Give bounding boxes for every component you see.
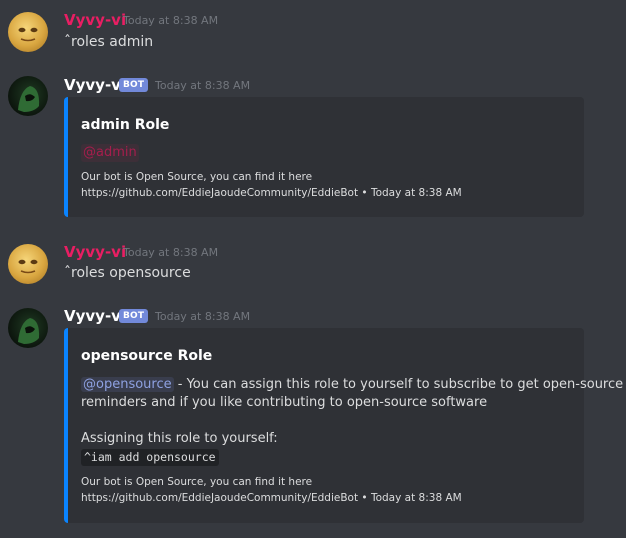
user-avatar-icon[interactable] (8, 244, 48, 284)
embed-description-line-2: reminders and if you like contributing t… (81, 395, 488, 410)
message-timestamp: Today at 8:38 AM (123, 246, 219, 259)
author-name[interactable]: Vyvy-vi (64, 243, 126, 261)
user-avatar-icon[interactable] (8, 12, 48, 52)
embed-description-text: - You can assign this role to yourself t… (173, 377, 624, 392)
role-mention[interactable]: @opensource (81, 377, 174, 392)
author-name[interactable]: Vyvy-vi (64, 11, 126, 29)
bot-avatar-icon[interactable] (8, 76, 48, 116)
role-embed: opensource Role @opensource - You can as… (64, 328, 623, 523)
message-timestamp: Today at 8:38 AM (123, 14, 219, 27)
embed-footer-line-1: Our bot is Open Source, you can find it … (81, 476, 313, 488)
message-bot-2: Vyvy-vi BOT Today at 8:38 AM opensource … (0, 300, 626, 530)
embed-footer-line-2: https://github.com/EddieJaoudeCommunity/… (81, 187, 462, 199)
chat-messages: Vyvy-vi Today at 8:38 AM ˆroles admin Vy… (0, 0, 626, 538)
embed-title: admin Role (81, 117, 170, 133)
role-embed: admin Role @admin Our bot is Open Source… (64, 97, 584, 217)
embed-title: opensource Role (81, 348, 213, 364)
message-bot-1: Vyvy-vi BOT Today at 8:38 AM admin Role … (0, 70, 626, 220)
bot-tag-badge: BOT (119, 78, 149, 92)
embed-footer-line-1: Our bot is Open Source, you can find it … (81, 171, 313, 183)
message-user-2: Vyvy-vi Today at 8:38 AM ˆroles opensour… (0, 232, 626, 292)
assign-label: Assigning this role to yourself: (81, 431, 278, 446)
author-name[interactable]: Vyvy-vi (64, 307, 126, 325)
message-content: ˆroles admin (64, 34, 154, 50)
author-name[interactable]: Vyvy-vi (64, 76, 126, 94)
message-content: ˆroles opensource (64, 265, 191, 281)
bot-tag-badge: BOT (119, 309, 149, 323)
message-timestamp: Today at 8:38 AM (155, 79, 251, 92)
embed-footer-line-2: https://github.com/EddieJaoudeCommunity/… (81, 492, 462, 504)
embed-description-line-1: @opensource - You can assign this role t… (81, 376, 623, 394)
message-timestamp: Today at 8:38 AM (155, 310, 251, 323)
command-code: ^iam add opensource (81, 449, 219, 466)
role-mention[interactable]: @admin (81, 144, 139, 162)
message-user-1: Vyvy-vi Today at 8:38 AM ˆroles admin (0, 0, 626, 60)
bot-avatar-icon[interactable] (8, 308, 48, 348)
